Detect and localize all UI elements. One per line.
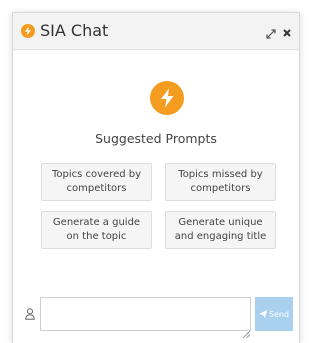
suggested-prompts-heading: Suggested Prompts bbox=[95, 131, 217, 146]
prompt-label: Topics covered by competitors bbox=[51, 169, 142, 194]
prompt-topics-missed[interactable]: Topics missed by competitors bbox=[165, 163, 276, 201]
chat-title: SIA Chat bbox=[40, 21, 109, 40]
prompt-label: Generate unique and engaging title bbox=[174, 217, 267, 242]
close-icon[interactable] bbox=[281, 24, 293, 37]
resize-grip-icon[interactable] bbox=[242, 323, 251, 339]
send-button[interactable]: Send bbox=[255, 297, 293, 331]
prompt-generate-guide[interactable]: Generate a guide on the topic bbox=[41, 211, 152, 249]
prompt-topics-covered[interactable]: Topics covered by competitors bbox=[41, 163, 152, 201]
prompt-label: Generate a guide on the topic bbox=[52, 217, 141, 242]
bolt-icon bbox=[21, 24, 35, 38]
chat-header: SIA Chat bbox=[13, 13, 299, 50]
chat-widget: SIA Chat Suggested Prompts Topics covere… bbox=[12, 12, 300, 343]
message-input[interactable] bbox=[40, 297, 251, 331]
prompt-generate-title[interactable]: Generate unique and engaging title bbox=[165, 211, 276, 249]
send-label: Send bbox=[268, 309, 290, 319]
expand-arrows-icon[interactable] bbox=[265, 25, 277, 39]
hero-bolt-icon bbox=[150, 81, 184, 115]
paper-plane-icon bbox=[258, 310, 267, 318]
prompt-label: Topics missed by competitors bbox=[178, 169, 263, 194]
user-icon bbox=[25, 305, 35, 320]
